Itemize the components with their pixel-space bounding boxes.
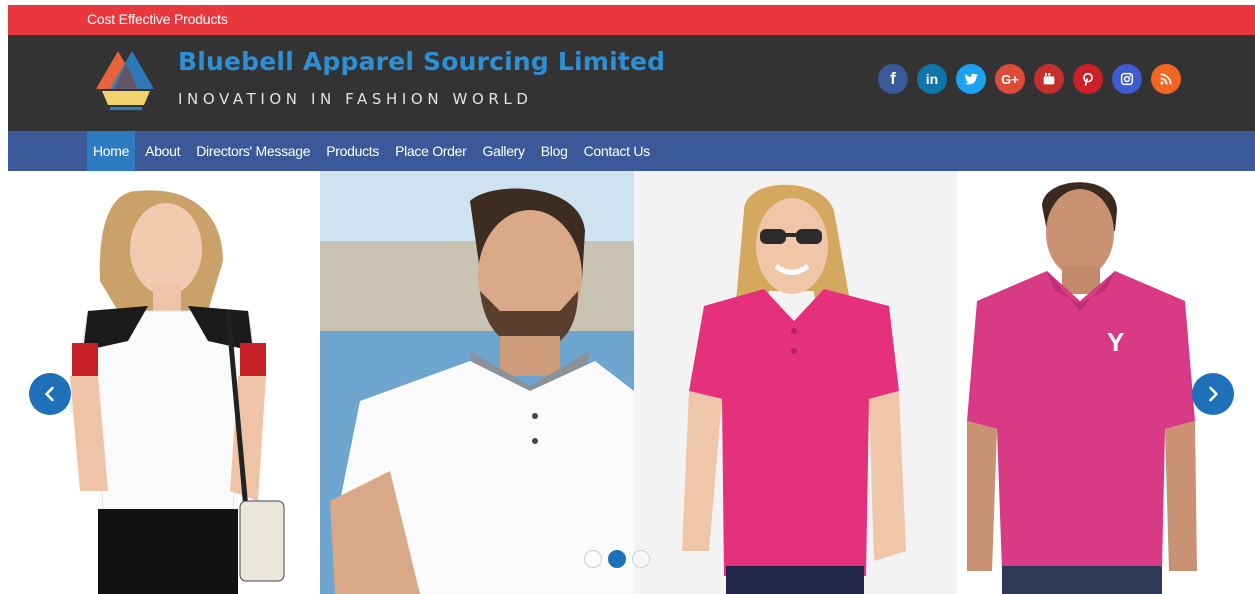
instagram-icon[interactable] [1112, 64, 1142, 94]
nav-item-contact-us[interactable]: Contact Us [578, 131, 656, 171]
top-announcement-bar: Cost Effective Products [8, 5, 1255, 35]
main-navbar: Home About Directors' Message Products P… [8, 131, 1255, 171]
slider-dot-1[interactable] [584, 550, 602, 568]
pinterest-icon[interactable] [1073, 64, 1103, 94]
nav-item-about[interactable]: About [139, 131, 186, 171]
announcement-text: Cost Effective Products [87, 11, 228, 27]
company-logo[interactable] [94, 49, 158, 115]
nav-item-directors-message[interactable]: Directors' Message [190, 131, 316, 171]
brand-title[interactable]: Bluebell Apparel Sourcing Limited [178, 47, 665, 76]
slide-image-pink-polo-woman [634, 171, 957, 594]
page: Cost Effective Products Bluebell Apparel… [8, 5, 1255, 594]
youtube-icon[interactable] [1034, 64, 1064, 94]
rss-icon[interactable] [1151, 64, 1181, 94]
svg-text:Y: Y [1107, 327, 1124, 357]
nav-menu: Home About Directors' Message Products P… [87, 131, 660, 171]
brand-tagline: INOVATION IN FASHION WORLD [178, 90, 533, 108]
nav-item-products[interactable]: Products [320, 131, 385, 171]
nav-item-home[interactable]: Home [87, 131, 136, 171]
nav-item-place-order[interactable]: Place Order [389, 131, 472, 171]
nav-item-blog[interactable]: Blog [535, 131, 574, 171]
slider-prev-button[interactable] [29, 373, 71, 415]
slider-next-button[interactable] [1192, 373, 1234, 415]
social-links: f in G+ [878, 64, 1181, 94]
facebook-icon[interactable]: f [878, 64, 908, 94]
google-plus-icon[interactable]: G+ [995, 64, 1025, 94]
twitter-icon[interactable] [956, 64, 986, 94]
slide-image-white-polo-man [320, 171, 634, 594]
hero-slider: Y [8, 171, 1255, 594]
chevron-left-icon [45, 386, 54, 402]
slider-dot-3[interactable] [632, 550, 650, 568]
slider-indicators [584, 550, 650, 568]
chevron-right-icon [1209, 386, 1218, 402]
nav-item-gallery[interactable]: Gallery [477, 131, 531, 171]
linkedin-icon[interactable]: in [917, 64, 947, 94]
site-header: Bluebell Apparel Sourcing Limited INOVAT… [8, 35, 1255, 131]
slider-dot-2[interactable] [608, 550, 626, 568]
